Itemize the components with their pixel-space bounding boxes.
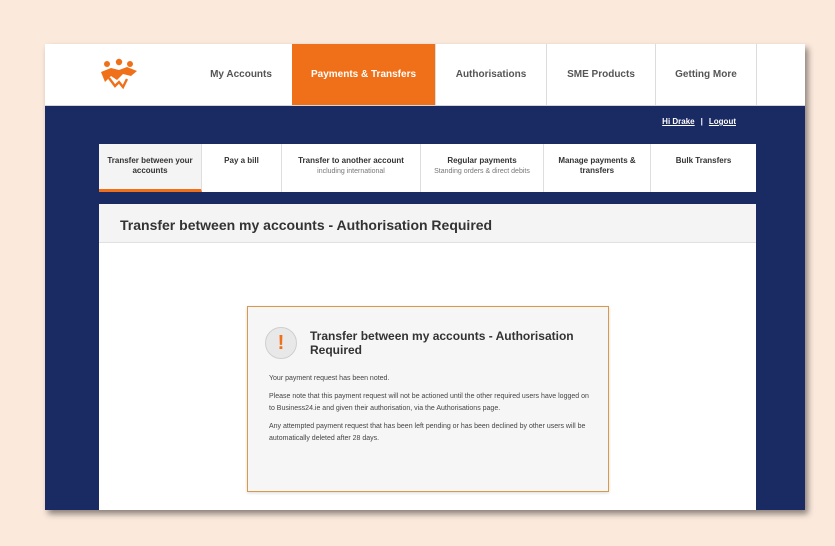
subtab-label: Manage payments & transfers [558, 156, 636, 175]
user-links: Hi Drake | Logout [662, 117, 736, 126]
subtab-label: Bulk Transfers [675, 156, 732, 165]
app-window: My Accounts Payments & Transfers Authori… [45, 44, 805, 510]
alert-title: Transfer between my accounts - Authorisa… [310, 329, 574, 357]
subtab-label: Transfer between your accounts [107, 156, 193, 175]
subtab-label: Transfer to another account [298, 156, 404, 165]
bank-logo[interactable] [97, 58, 141, 90]
subtab-sublabel: including international [317, 168, 385, 175]
tab-payments-transfers[interactable]: Payments & Transfers [292, 44, 435, 105]
subtab-regular-payments[interactable]: Regular payments Standing orders & direc… [421, 144, 544, 192]
page-title: Transfer between my accounts - Authorisa… [99, 204, 756, 243]
alert-paragraph: Please note that this payment request wi… [269, 392, 589, 413]
content-panel: Transfer between my accounts - Authorisa… [99, 204, 756, 510]
subtab-manage-payments[interactable]: Manage payments & transfers [544, 144, 651, 192]
alert-paragraph: Any attempted payment request that has b… [269, 422, 586, 443]
user-greeting-link[interactable]: Hi Drake [662, 117, 694, 126]
tab-sme-products[interactable]: SME Products [546, 44, 655, 105]
tab-authorisations[interactable]: Authorisations [435, 44, 546, 105]
user-links-separator: | [700, 117, 703, 126]
top-navigation: My Accounts Payments & Transfers Authori… [45, 44, 805, 106]
tab-my-accounts[interactable]: My Accounts [190, 44, 292, 105]
subtab-transfer-another-account[interactable]: Transfer to another account including in… [282, 144, 421, 192]
subtab-pay-a-bill[interactable]: Pay a bill [202, 144, 282, 192]
subtab-bulk-transfers[interactable]: Bulk Transfers [651, 144, 756, 192]
warning-icon: ! [265, 327, 297, 359]
logout-link[interactable]: Logout [709, 117, 736, 126]
tab-spacer [756, 44, 805, 105]
subtab-sublabel: Standing orders & direct debits [434, 168, 530, 175]
alert-paragraph: Your payment request has been noted. [269, 375, 390, 382]
tab-getting-more[interactable]: Getting More [655, 44, 756, 105]
authorisation-alert: ! Transfer between my accounts - Authori… [247, 306, 609, 492]
subtab-label: Pay a bill [224, 156, 259, 165]
subtab-transfer-between-accounts[interactable]: Transfer between your accounts [99, 144, 202, 192]
sub-navigation: Transfer between your accounts Pay a bil… [99, 144, 756, 192]
subtab-label: Regular payments [447, 156, 517, 165]
alert-body: Your payment request has been noted. Ple… [269, 373, 594, 451]
